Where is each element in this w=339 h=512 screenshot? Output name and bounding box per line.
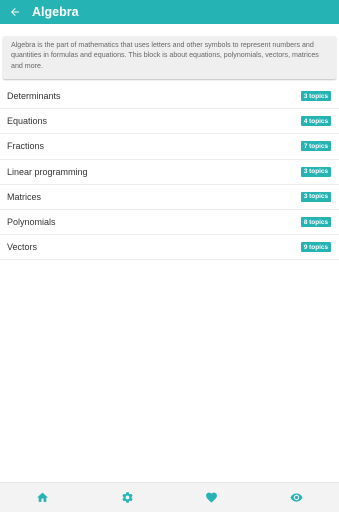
topic-row-linear-programming[interactable]: Linear programming 3 topics bbox=[0, 160, 339, 185]
arrow-left-icon bbox=[11, 8, 19, 16]
bottom-nav bbox=[0, 482, 339, 512]
topic-row-vectors[interactable]: Vectors 9 topics bbox=[0, 235, 339, 261]
intro-text: Algebra is the part of mathematics that … bbox=[11, 41, 319, 70]
topic-list: Determinants 3 topics Equations 4 topics… bbox=[0, 84, 339, 261]
topic-row-equations[interactable]: Equations 4 topics bbox=[0, 109, 339, 135]
back-button[interactable] bbox=[2, 0, 28, 24]
topic-count-badge: 3 topics bbox=[300, 91, 331, 102]
nav-settings-button[interactable] bbox=[107, 484, 147, 512]
topic-label: Equations bbox=[7, 116, 48, 127]
topic-row-polynomials[interactable]: Polynomials 8 topics bbox=[0, 210, 339, 236]
topic-label: Fractions bbox=[7, 141, 45, 152]
home-icon bbox=[36, 492, 48, 502]
nav-home-button[interactable] bbox=[22, 484, 62, 512]
intro-card: Algebra is the part of mathematics that … bbox=[3, 36, 336, 79]
topic-count-badge: 3 topics bbox=[300, 191, 331, 202]
topic-label: Determinants bbox=[7, 91, 61, 102]
topic-label: Vectors bbox=[7, 242, 38, 253]
topic-count-badge: 4 topics bbox=[300, 116, 331, 127]
topic-label: Matrices bbox=[7, 191, 42, 202]
topic-count-badge: 3 topics bbox=[300, 166, 331, 177]
topic-count-badge: 9 topics bbox=[300, 242, 331, 253]
nav-favorites-button[interactable] bbox=[192, 484, 232, 512]
topic-row-matrices[interactable]: Matrices 3 topics bbox=[0, 185, 339, 210]
topic-label: Polynomials bbox=[7, 217, 56, 228]
app-bar: Algebra bbox=[0, 0, 339, 24]
topic-count-badge: 7 topics bbox=[300, 141, 331, 152]
gear-icon bbox=[122, 492, 133, 503]
heart-icon bbox=[206, 492, 218, 503]
topic-row-determinants[interactable]: Determinants 3 topics bbox=[0, 84, 339, 110]
topic-label: Linear programming bbox=[7, 166, 88, 177]
topic-count-badge: 8 topics bbox=[300, 217, 331, 228]
topic-row-fractions[interactable]: Fractions 7 topics bbox=[0, 134, 339, 160]
eye-icon bbox=[290, 493, 303, 502]
page-title: Algebra bbox=[32, 5, 79, 19]
nav-visibility-button[interactable] bbox=[277, 484, 317, 512]
